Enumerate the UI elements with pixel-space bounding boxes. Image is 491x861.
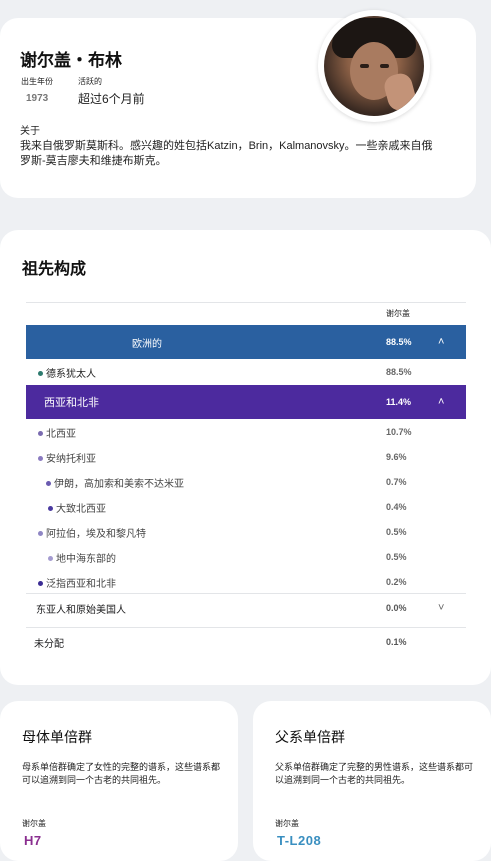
paternal-name-label: 谢尔盖 xyxy=(275,819,299,828)
region-row-east-asian[interactable]: 东亚人和原始美国人 0.0% ˅ xyxy=(26,596,466,620)
maternal-haplogroup-value: H7 xyxy=(24,833,42,848)
profile-name: 谢尔盖・布林 xyxy=(20,51,122,70)
avatar[interactable] xyxy=(318,10,430,122)
subregion-label: 泛指西亚和北非 xyxy=(46,578,116,590)
paternal-title: 父系单倍群 xyxy=(275,729,345,745)
maternal-title: 母体单倍群 xyxy=(22,729,92,745)
subregion-row[interactable]: 阿拉伯，埃及和黎凡特 0.5% xyxy=(26,520,466,544)
maternal-haplogroup-card[interactable]: 母体单倍群 母系单倍群确定了女性的完整的谱系，这些谱系都可以追溯到同一个古老的共… xyxy=(0,701,238,861)
chevron-up-icon[interactable]: ˄ xyxy=(438,336,444,348)
subregion-row[interactable]: 泛指西亚和北非 0.2% xyxy=(26,570,466,594)
subregion-percent: 0.5% xyxy=(386,527,407,537)
region-row-west-asia-north-africa[interactable]: 西亚和北非 11.4% ˄ xyxy=(26,385,466,419)
ancestry-composition-card: 祖先构成 谢尔盖 欧洲的 88.5% ˄ 德系犹太人 88.5% 西亚和北非 1… xyxy=(0,230,491,685)
maternal-name-label: 谢尔盖 xyxy=(22,819,46,828)
region-percent: 88.5% xyxy=(386,337,412,347)
ancestry-title: 祖先构成 xyxy=(22,261,87,278)
subregion-row[interactable]: 安纳托利亚 9.6% xyxy=(26,445,466,469)
color-dot-icon xyxy=(48,506,53,512)
subregion-percent: 0.4% xyxy=(386,502,407,512)
subregion-label: 安纳托利亚 xyxy=(46,453,96,465)
region-label: 欧洲的 xyxy=(132,338,162,350)
subregion-percent: 0.7% xyxy=(386,477,407,487)
paternal-description: 父系单倍群确定了完整的男性谱系，这些谱系都可以追溯到同一个古老的共同祖先。 xyxy=(275,762,474,785)
about-label: 关于 xyxy=(20,126,40,137)
chevron-down-icon[interactable]: ˅ xyxy=(438,602,444,614)
maternal-description: 母系单倍群确定了女性的完整的谱系，这些谱系都可以追溯到同一个古老的共同祖先。 xyxy=(22,762,221,785)
subregion-label: 北西亚 xyxy=(46,428,76,440)
subregion-percent: 9.6% xyxy=(386,452,407,462)
region-percent: 0.1% xyxy=(386,637,407,647)
region-label: 西亚和北非 xyxy=(44,397,99,409)
paternal-haplogroup-value: T-L208 xyxy=(277,833,322,848)
color-dot-icon xyxy=(38,581,43,587)
region-percent: 0.0% xyxy=(386,603,407,613)
about-text: 我来自俄罗斯莫斯科。感兴趣的姓包括Katzin，Brin，Kalmanovsky… xyxy=(20,140,433,167)
divider xyxy=(26,593,466,594)
subregion-row[interactable]: 伊朗，高加索和美索不达米亚 0.7% xyxy=(26,470,466,494)
subregion-row[interactable]: 地中海东部的 0.5% xyxy=(26,545,466,569)
color-dot-icon xyxy=(38,531,43,537)
region-label: 德系犹太人 xyxy=(46,368,96,380)
subregion-label: 阿拉伯，埃及和黎凡特 xyxy=(46,528,146,540)
region-row-unassigned: 未分配 0.1% xyxy=(26,630,466,654)
subregion-row[interactable]: 大致北西亚 0.4% xyxy=(26,495,466,519)
active-label: 活跃的 xyxy=(78,77,102,86)
subregion-percent: 0.2% xyxy=(386,577,407,587)
color-dot-icon xyxy=(38,456,43,462)
subregion-label: 伊朗，高加索和美索不达米亚 xyxy=(54,478,184,490)
subregion-row[interactable]: 北西亚 10.7% xyxy=(26,420,466,444)
region-row-europe[interactable]: 欧洲的 88.5% ˄ xyxy=(26,325,466,359)
color-dot-icon xyxy=(38,431,43,437)
region-label: 未分配 xyxy=(34,638,64,650)
divider xyxy=(26,302,466,303)
profile-card: 谢尔盖・布林 出生年份 1973 活跃的 超过6个月前 关于 我来自俄罗斯莫斯科… xyxy=(0,10,476,198)
color-dot-icon xyxy=(46,481,51,487)
color-dot-icon xyxy=(38,371,43,377)
region-label: 东亚人和原始美国人 xyxy=(36,604,126,616)
subregion-percent: 10.7% xyxy=(386,427,412,437)
divider xyxy=(26,627,466,628)
active-value: 超过6个月前 xyxy=(78,92,145,106)
subregion-percent: 0.5% xyxy=(386,552,407,562)
region-percent: 88.5% xyxy=(386,367,412,377)
paternal-haplogroup-card[interactable]: 父系单倍群 父系单倍群确定了完整的男性谱系，这些谱系都可以追溯到同一个古老的共同… xyxy=(253,701,491,861)
born-label: 出生年份 xyxy=(21,77,53,86)
born-value: 1973 xyxy=(26,93,49,104)
chevron-up-icon[interactable]: ˄ xyxy=(438,396,444,408)
region-percent: 11.4% xyxy=(386,397,412,407)
subregion-label: 大致北西亚 xyxy=(56,503,106,515)
region-row-ashkenazi[interactable]: 德系犹太人 88.5% xyxy=(26,360,466,384)
subregion-label: 地中海东部的 xyxy=(56,553,116,565)
column-header: 谢尔盖 xyxy=(386,309,410,318)
avatar-photo xyxy=(324,16,424,116)
color-dot-icon xyxy=(48,556,53,562)
